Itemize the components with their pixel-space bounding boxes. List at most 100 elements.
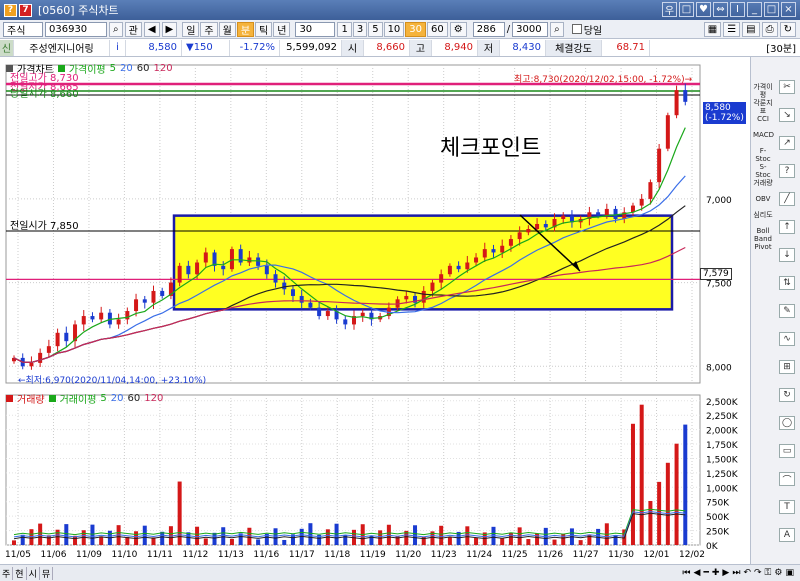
indicator-0[interactable]: 가격이평 — [753, 83, 773, 99]
draw-tool-icon-6[interactable]: ↓ — [779, 248, 795, 262]
interval-select[interactable]: 30 — [295, 21, 336, 37]
draw-tool-icon-14[interactable]: ⌒ — [779, 472, 795, 486]
indicator-1[interactable]: 각룬지표 — [753, 99, 773, 115]
period-tab-3[interactable]: 분 — [236, 21, 255, 37]
window-control-4[interactable]: I — [730, 2, 745, 17]
draw-tool-icon-1[interactable]: ↘ — [779, 108, 795, 122]
prev-icon[interactable]: ◀ — [143, 21, 160, 37]
x-tick-label: 11/27 — [573, 550, 599, 560]
gwan-button[interactable]: 관 — [124, 21, 142, 37]
draw-tool-icon-13[interactable]: ▭ — [779, 444, 795, 458]
tile-icon[interactable]: ▤ — [742, 21, 760, 37]
window-control-5[interactable]: _ — [747, 2, 762, 17]
draw-tool-icon-2[interactable]: ↗ — [779, 136, 795, 150]
bottom-bar: 주현시뮤 ⏮ ◀ ━ ✚ ▶ ⏭ ↶ ↷ ⚿ ⚙ ▣ — [0, 564, 800, 581]
scroll-first-icon[interactable]: ⏮ — [682, 568, 690, 578]
indicator-2[interactable]: CCI — [753, 115, 773, 123]
chart-svg[interactable]: 11/05 11/06 11/09 11/10 11/11 11/12 11/13 11/16… — [0, 57, 750, 567]
save-icon[interactable]: ▣ — [785, 568, 794, 578]
zoom-out-icon[interactable]: ━ — [703, 568, 708, 578]
bottom-tab-0[interactable]: 주 — [0, 566, 14, 580]
indicator-4[interactable]: F-Stoc — [753, 147, 773, 163]
indicator-7[interactable]: OBV — [753, 195, 773, 203]
chart-area[interactable]: 11/05 11/06 11/09 11/10 11/11 11/12 11/13 11/16… — [0, 57, 750, 567]
search-icon-2[interactable]: ⌕ — [550, 21, 564, 37]
legend-ma5: 5 — [109, 63, 116, 74]
count-input[interactable]: 286 — [472, 21, 505, 37]
settings-icon[interactable]: ⚙ — [449, 21, 467, 37]
today-checkbox[interactable]: 당일 — [571, 22, 602, 37]
candle-body — [561, 215, 566, 219]
indicator-10[interactable]: Pivot — [753, 243, 773, 251]
volume-bar — [630, 423, 635, 545]
draw-tool-icon-10[interactable]: ⊞ — [779, 360, 795, 374]
period-tab-5[interactable]: 년 — [273, 21, 291, 37]
y-vol-tick: 1,750K — [706, 441, 739, 451]
indicator-9[interactable]: Boll Band — [753, 227, 773, 243]
indicator-8[interactable]: 심리도 — [753, 211, 773, 219]
scroll-right-icon[interactable]: ▶ — [722, 568, 729, 578]
period-tab-4[interactable]: 틱 — [255, 21, 273, 37]
next-icon[interactable]: ▶ — [161, 21, 178, 37]
zoom-in-icon[interactable]: ✚ — [712, 568, 720, 578]
window-control-3[interactable]: ⇔ — [713, 2, 728, 17]
bottom-tab-3[interactable]: 뮤 — [40, 566, 54, 580]
minute-button-10[interactable]: 10 — [383, 21, 405, 37]
draw-tool-icon-4[interactable]: ╱ — [779, 192, 795, 206]
draw-tool-icon-3[interactable]: ? — [779, 164, 795, 178]
option-icon[interactable]: ⚙ — [774, 568, 782, 578]
window-title: [0560] 주식차트 — [38, 4, 119, 17]
scroll-controls: ⏮ ◀ ━ ✚ ▶ ⏭ ↶ ↷ ⚿ ⚙ ▣ — [682, 568, 800, 578]
draw-tool-icon-7[interactable]: ⇅ — [779, 276, 795, 290]
window-control-7[interactable]: × — [781, 2, 796, 17]
redo-icon[interactable]: ↷ — [754, 568, 762, 578]
search-icon[interactable]: ⌕ — [109, 21, 123, 37]
draw-tool-icon-8[interactable]: ✎ — [779, 304, 795, 318]
draw-tool-icon-11[interactable]: ↻ — [779, 388, 795, 402]
scroll-left-icon[interactable]: ◀ — [694, 568, 701, 578]
lock-icon[interactable]: ⚿ — [765, 568, 772, 578]
minute-button-30[interactable]: 30 — [405, 21, 427, 37]
minute-button-5[interactable]: 5 — [368, 21, 383, 37]
indicator-3[interactable]: MACD — [753, 131, 774, 139]
window-control-6[interactable]: □ — [764, 2, 779, 17]
scroll-last-icon[interactable]: ⏭ — [732, 568, 740, 578]
code-input[interactable]: 036930 — [45, 21, 107, 37]
indicator-5[interactable]: S-Stoc — [753, 163, 773, 179]
help-icon[interactable]: ? — [4, 3, 17, 17]
volume-bar — [439, 525, 444, 545]
indicator-6[interactable]: 거래량 — [753, 179, 773, 187]
minute-button-3[interactable]: 3 — [352, 21, 368, 37]
bottom-tab-2[interactable]: 시 — [27, 566, 40, 580]
list-icon[interactable]: ☰ — [723, 21, 741, 37]
period-tab-2[interactable]: 월 — [218, 21, 236, 37]
type-select[interactable]: 주식 — [3, 21, 43, 37]
window-control-1[interactable]: □ — [679, 2, 694, 17]
info-icon[interactable]: i — [110, 39, 126, 56]
print-icon[interactable]: ⎙ — [761, 21, 778, 37]
total-input[interactable]: 3000 — [512, 21, 549, 37]
draw-tool-icon-16[interactable]: A — [779, 528, 795, 542]
grid-icon[interactable]: ▦ — [703, 21, 722, 37]
y-vol-tick: 0K — [706, 542, 719, 552]
window-control-0[interactable]: 우 — [662, 2, 677, 17]
draw-tool-icon-12[interactable]: ◯ — [779, 416, 795, 430]
period-tab-1[interactable]: 주 — [200, 21, 218, 37]
x-tick-label: 11/10 — [111, 550, 137, 560]
candle-body — [683, 90, 688, 102]
candle-body — [290, 289, 295, 296]
checkbox-icon[interactable] — [571, 24, 582, 34]
minute-button-1[interactable]: 1 — [337, 21, 352, 37]
undo-icon[interactable]: ↶ — [743, 568, 751, 578]
refresh-icon[interactable]: ↻ — [779, 21, 796, 37]
candle-body — [657, 148, 662, 183]
bottom-tab-1[interactable]: 현 — [13, 566, 27, 580]
period-tab-0[interactable]: 일 — [182, 21, 200, 37]
minute-button-60[interactable]: 60 — [427, 21, 448, 37]
draw-tool-icon-9[interactable]: ∿ — [779, 332, 795, 346]
draw-tool-icon-15[interactable]: T — [779, 500, 795, 514]
draw-tool-icon-0[interactable]: ✂ — [779, 80, 795, 94]
window-controls: 우 □ ♥ ⇔ I _ □ × — [662, 2, 796, 17]
window-control-2[interactable]: ♥ — [696, 2, 711, 17]
draw-tool-icon-5[interactable]: ↑ — [779, 220, 795, 234]
